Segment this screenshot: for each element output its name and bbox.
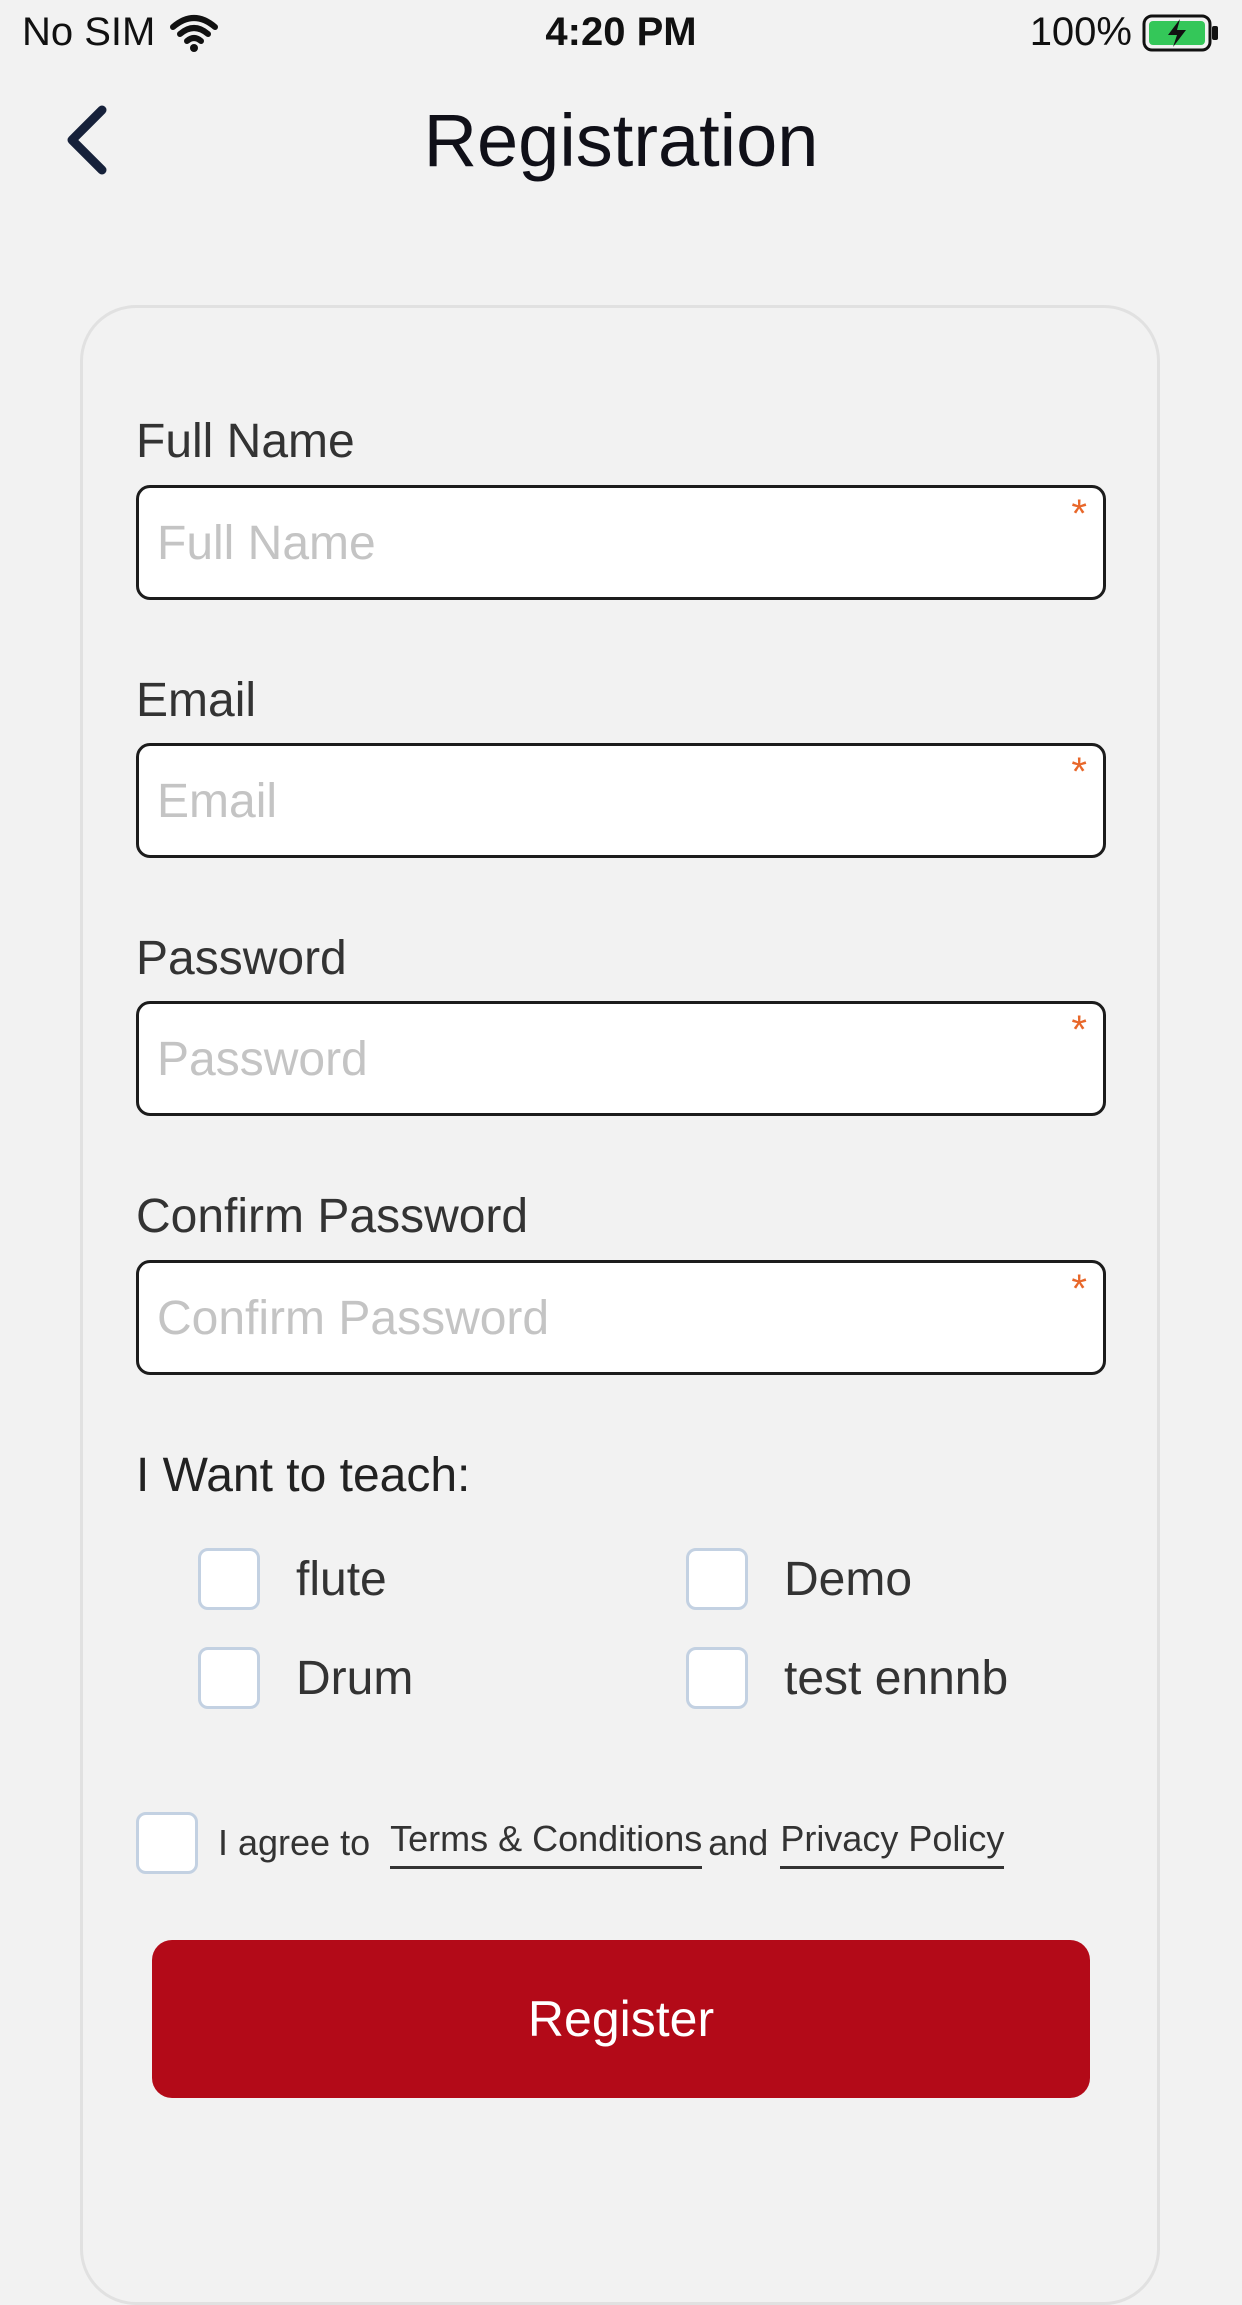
teach-option-label: flute: [296, 1552, 387, 1606]
battery-charging-icon: [1142, 13, 1220, 53]
agree-conjunction: and: [708, 1822, 769, 1863]
full-name-input[interactable]: [155, 488, 1039, 599]
required-star: *: [1071, 750, 1087, 794]
register-button[interactable]: Register: [152, 1940, 1090, 2098]
page-title: Registration: [423, 99, 819, 182]
teach-option-test-ennnb[interactable]: test ennnb: [686, 1647, 1008, 1709]
agree-checkbox[interactable]: [136, 1812, 198, 1874]
battery-percent: 100%: [1029, 10, 1132, 54]
password-field-box: *: [136, 1001, 1106, 1116]
confirm-password-field-box: *: [136, 1260, 1106, 1375]
required-star: *: [1071, 1267, 1087, 1311]
full-name-field-box: *: [136, 485, 1106, 600]
confirm-password-label: Confirm Password: [136, 1190, 529, 1243]
teach-option-label: Drum: [296, 1651, 414, 1705]
status-bar: No SIM 4:20 PM 100%: [0, 0, 1242, 70]
agree-row: I agree to Terms & Conditions and Privac…: [136, 1812, 1005, 1874]
terms-link[interactable]: Terms & Conditions: [390, 1818, 703, 1869]
agree-prefix: I agree to: [218, 1822, 371, 1863]
checkbox[interactable]: [686, 1647, 748, 1709]
required-star: *: [1071, 492, 1087, 536]
privacy-link[interactable]: Privacy Policy: [780, 1818, 1005, 1869]
checkbox[interactable]: [198, 1647, 260, 1709]
status-right: 100%: [1030, 10, 1220, 55]
password-input[interactable]: [155, 1004, 1039, 1115]
email-label: Email: [136, 674, 257, 727]
email-field-box: *: [136, 743, 1106, 858]
teach-option-label: Demo: [784, 1552, 913, 1606]
teach-option-demo[interactable]: Demo: [686, 1548, 912, 1610]
teach-label: I Want to teach:: [136, 1449, 471, 1502]
teach-option-flute[interactable]: flute: [198, 1548, 387, 1610]
teach-option-drum[interactable]: Drum: [198, 1647, 413, 1709]
required-star: *: [1071, 1008, 1087, 1052]
checkbox[interactable]: [198, 1548, 260, 1610]
full-name-label: Full Name: [136, 415, 355, 468]
email-input[interactable]: [155, 746, 1039, 857]
confirm-password-input[interactable]: [155, 1263, 1039, 1374]
teach-option-label: test ennnb: [784, 1651, 1009, 1705]
password-label: Password: [136, 932, 347, 985]
checkbox[interactable]: [686, 1548, 748, 1610]
